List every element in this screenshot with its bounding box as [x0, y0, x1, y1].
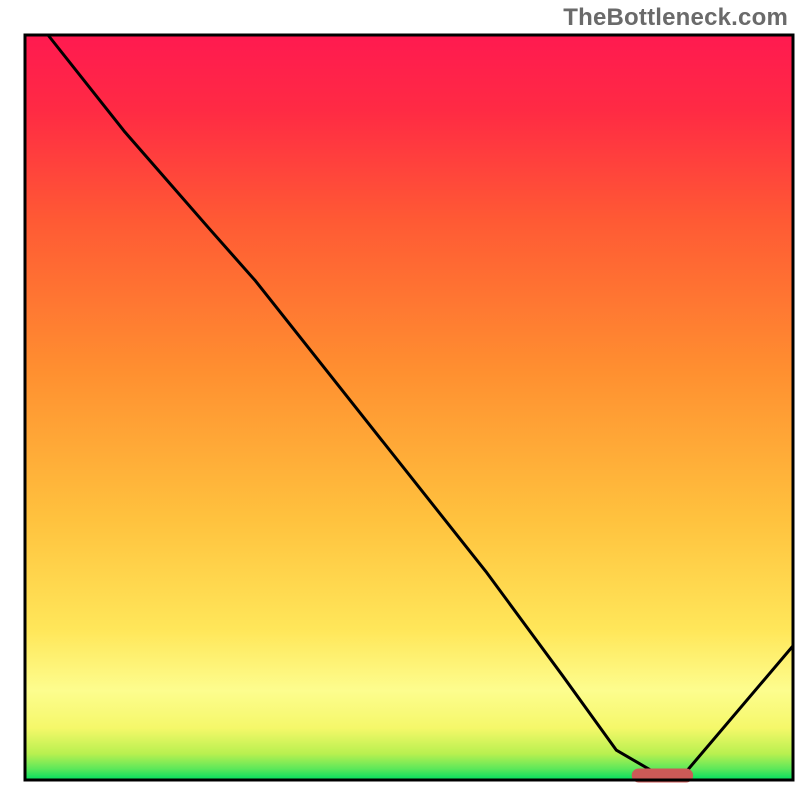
chart-background [25, 35, 793, 780]
watermark-text: TheBottleneck.com [563, 4, 788, 32]
chart-container: TheBottleneck.com [0, 0, 800, 800]
bottleneck-chart [0, 0, 800, 800]
